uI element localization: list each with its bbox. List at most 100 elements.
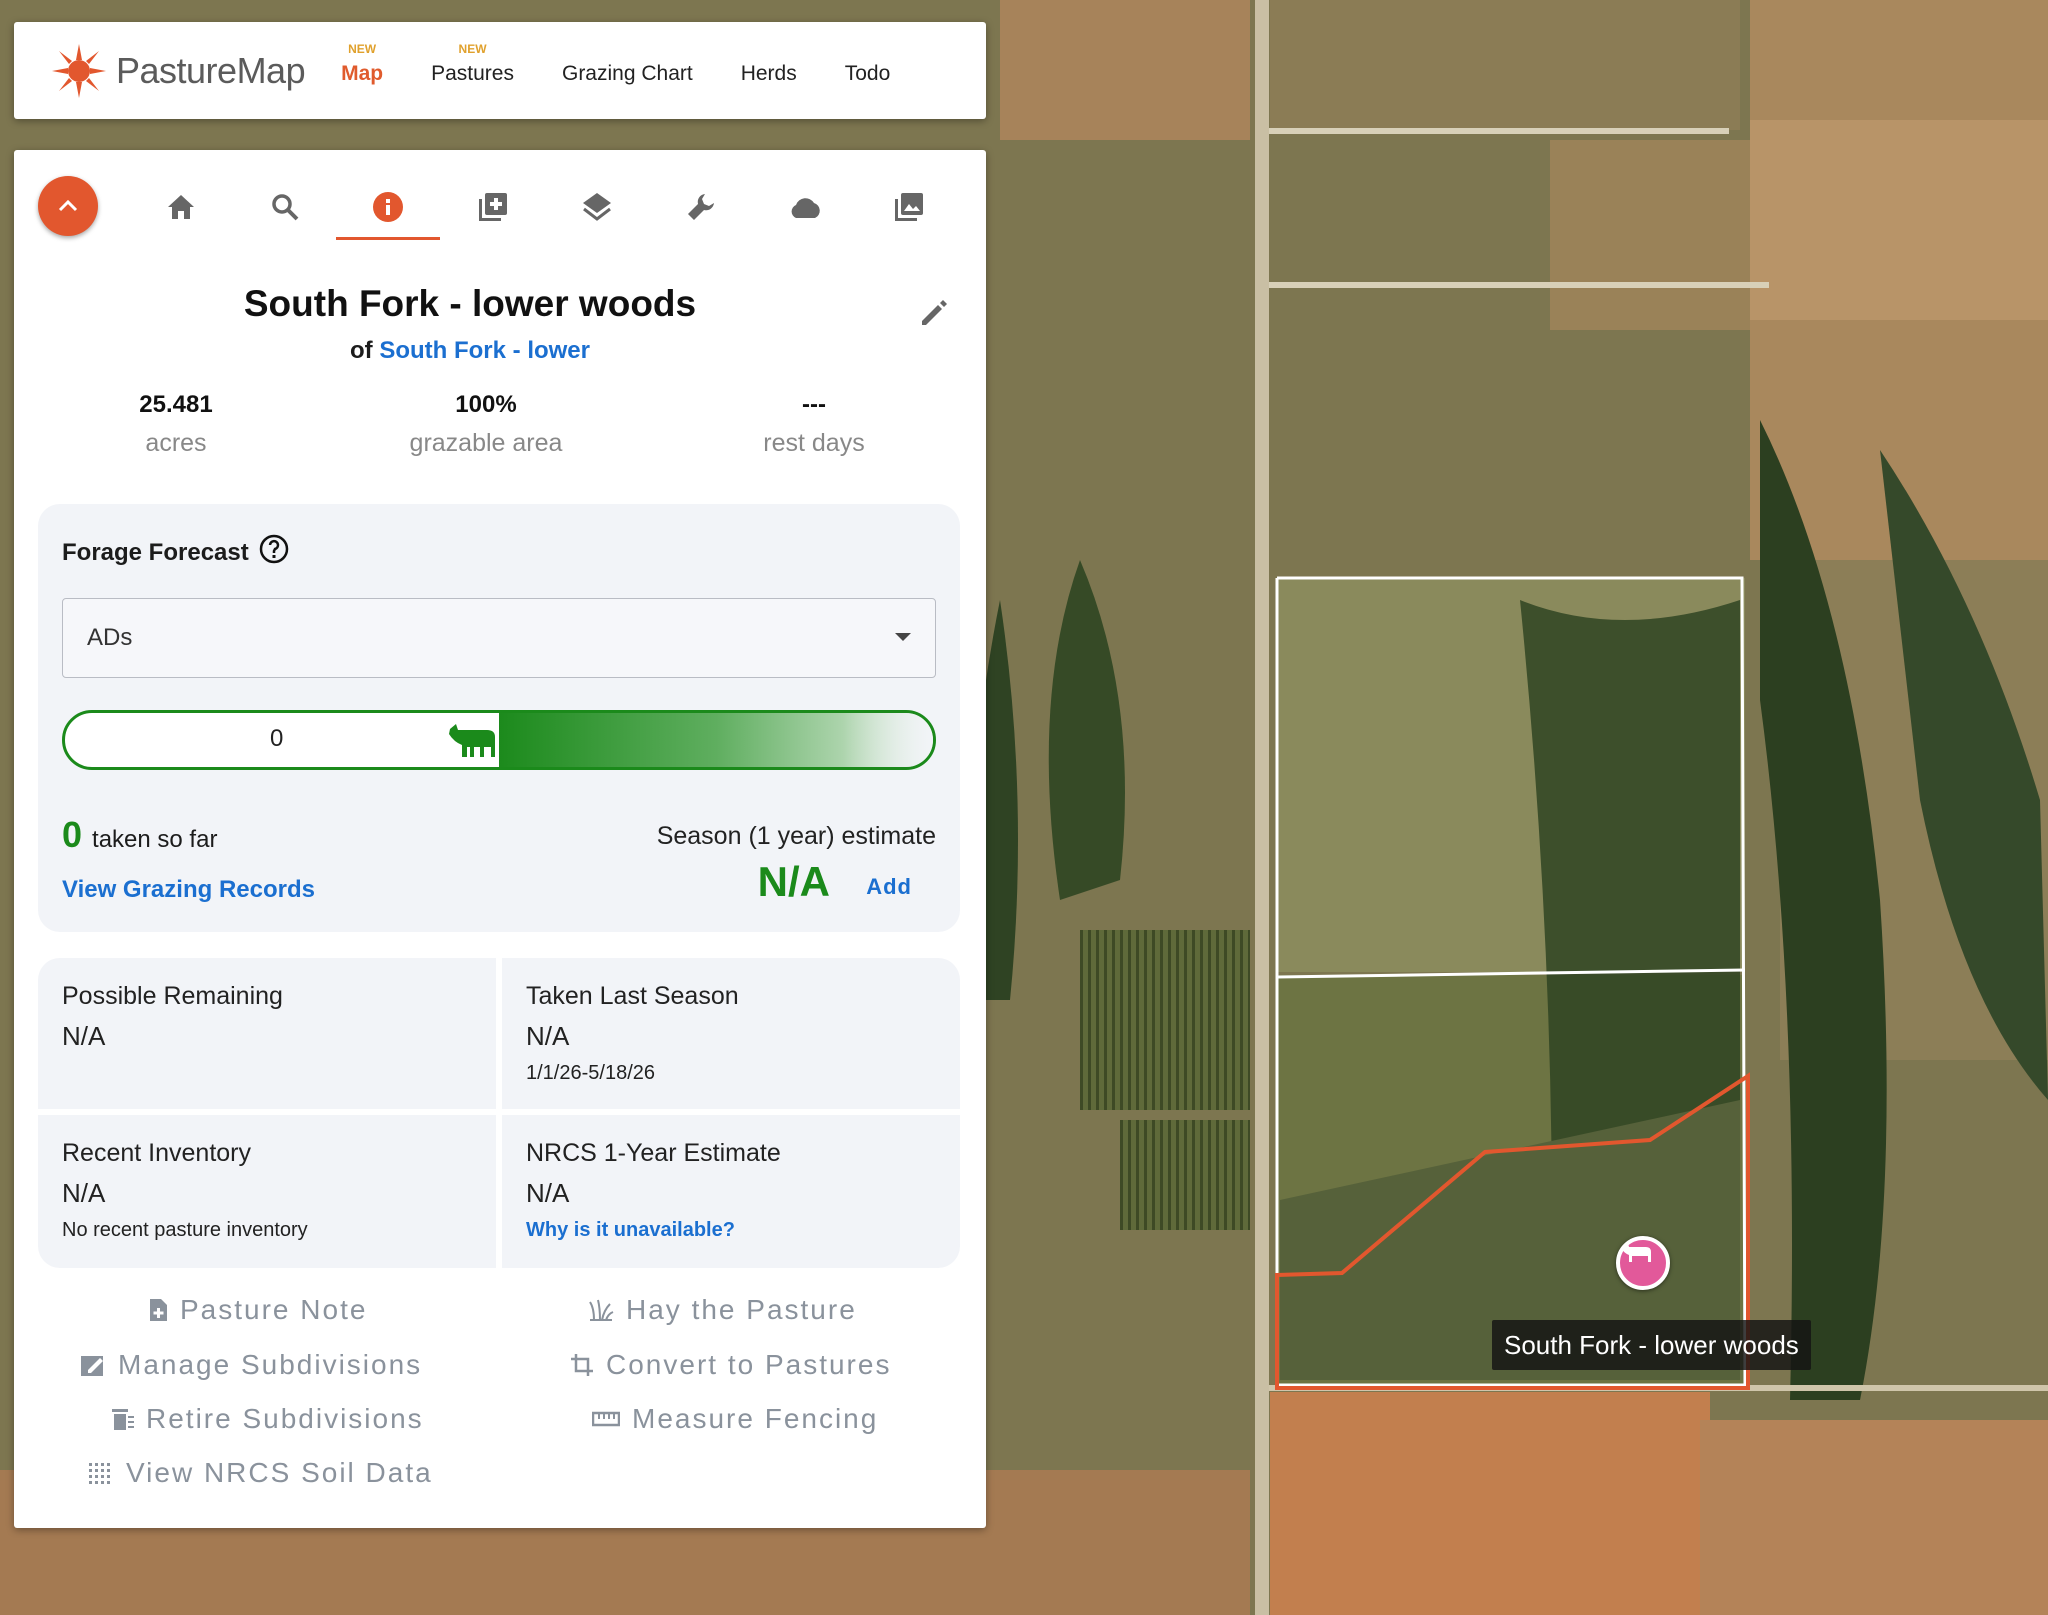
taken-last-season-card: Taken Last Season N/A 1/1/26-5/18/26 [502, 958, 960, 1109]
taken-so-far: 0 taken so far [62, 814, 217, 856]
acres-label: acres [145, 429, 207, 457]
add-box-icon [479, 193, 507, 221]
slider-fade [843, 713, 933, 767]
grass-icon [588, 1298, 614, 1322]
hay-pasture-label: Hay the Pasture [626, 1294, 857, 1325]
pasture-title: South Fork - lower woods [243, 283, 697, 324]
manage-subdivisions-button[interactable]: Manage Subdivisions [80, 1349, 422, 1381]
grid-dots-icon [88, 1462, 114, 1484]
top-navigation: PastureMap NEW Map NEW Pastures Grazing … [14, 22, 986, 119]
measure-fencing-button[interactable]: Measure Fencing [592, 1403, 878, 1435]
home-icon [168, 195, 194, 219]
acres-stat: 25.481 acres [46, 391, 306, 458]
nrcs-estimate-card: NRCS 1-Year Estimate N/A Why is it unava… [502, 1115, 960, 1268]
rest-days-label: rest days [763, 429, 865, 457]
search-icon [272, 194, 299, 221]
view-grazing-records-link[interactable]: View Grazing Records [62, 876, 315, 904]
sun-logo-icon [52, 43, 106, 98]
season-estimate-label: Season (1 year) estimate [656, 822, 936, 850]
panel-toolbar [14, 150, 986, 255]
search-tool-button[interactable] [233, 182, 337, 232]
retire-subdivisions-label: Retire Subdivisions [146, 1403, 424, 1434]
crop-icon [570, 1353, 594, 1377]
view-soil-data-label: View NRCS Soil Data [126, 1457, 433, 1488]
possible-remaining-value: N/A [62, 1021, 106, 1051]
help-circle-icon[interactable] [259, 534, 289, 571]
slider-value: 0 [270, 725, 284, 752]
forage-forecast-title: Forage Forecast [62, 538, 249, 566]
nav-map[interactable]: NEW Map [341, 42, 384, 86]
grazable-area-label: grazable area [409, 429, 563, 457]
hay-pasture-button[interactable]: Hay the Pasture [588, 1294, 857, 1326]
collapse-panel-button[interactable] [38, 176, 98, 236]
rest-days-value: --- [802, 391, 826, 418]
acres-value: 25.481 [139, 391, 213, 418]
chevron-up-icon [58, 199, 78, 212]
new-badge: NEW [348, 41, 377, 56]
parent-pasture-link[interactable]: South Fork - lower [379, 337, 590, 364]
herd-marker[interactable] [1616, 1236, 1670, 1290]
forage-unit-select[interactable]: ADs [62, 598, 936, 678]
add-box-tool-button[interactable] [441, 182, 545, 232]
convert-to-pastures-label: Convert to Pastures [606, 1349, 892, 1380]
manage-subdivisions-label: Manage Subdivisions [118, 1349, 423, 1380]
parent-pasture: of South Fork - lower [0, 337, 986, 365]
forage-unit-value: ADs [87, 624, 133, 651]
pasture-header: South Fork - lower woods of South Fork -… [14, 255, 986, 365]
new-badge: NEW [458, 41, 487, 56]
grazable-area-stat: 100% grazable area [356, 391, 616, 458]
cow-icon [447, 719, 499, 766]
nav-pastures[interactable]: NEW Pastures [431, 42, 514, 86]
cloud-icon [791, 198, 820, 218]
taken-last-season-value: N/A [526, 1021, 570, 1051]
nav-map-label: Map [341, 61, 384, 85]
of-label: of [350, 337, 373, 364]
taken-last-season-title: Taken Last Season [526, 982, 739, 1010]
edit-pasture-button[interactable] [918, 299, 948, 334]
photo-library-icon [895, 193, 923, 221]
why-unavailable-link[interactable]: Why is it unavailable? [526, 1219, 936, 1242]
pasture-info-panel: South Fork - lower woods of South Fork -… [14, 150, 986, 1528]
info-tool-button[interactable] [336, 182, 440, 240]
info-icon [373, 192, 403, 222]
wrench-icon [688, 194, 714, 220]
nrcs-estimate-value: N/A [526, 1178, 570, 1208]
weather-tool-button[interactable] [753, 182, 857, 232]
convert-to-pastures-button[interactable]: Convert to Pastures [570, 1349, 891, 1381]
pasture-note-button[interactable]: Pasture Note [148, 1294, 367, 1326]
delete-sweep-icon [112, 1407, 134, 1431]
season-estimate-value: N/A [757, 858, 830, 905]
measure-fencing-label: Measure Fencing [632, 1403, 879, 1434]
nav-grazing-chart[interactable]: Grazing Chart [562, 56, 693, 86]
nav-todo[interactable]: Todo [845, 56, 891, 86]
tools-tool-button[interactable] [649, 182, 753, 232]
taken-label: taken so far [92, 826, 218, 853]
ruler-icon [592, 1410, 620, 1428]
possible-remaining-title: Possible Remaining [62, 982, 283, 1010]
possible-remaining-card: Possible Remaining N/A [38, 958, 496, 1109]
taken-value: 0 [62, 814, 83, 855]
recent-inventory-card: Recent Inventory N/A No recent pasture i… [38, 1115, 496, 1268]
edit-map-icon [80, 1353, 106, 1377]
add-estimate-button[interactable]: Add [866, 874, 912, 900]
recent-inventory-title: Recent Inventory [62, 1139, 251, 1167]
home-tool-button[interactable] [129, 182, 233, 232]
view-soil-data-button[interactable]: View NRCS Soil Data [88, 1457, 433, 1489]
rest-days-stat: --- rest days [684, 391, 944, 458]
nav-herds-label: Herds [740, 61, 797, 85]
forage-forecast-card: Forage Forecast ADs 0 0 taken so far Vie… [38, 504, 960, 932]
cow-icon [1622, 1243, 1651, 1262]
layers-icon [583, 193, 611, 221]
pasture-map-label: South Fork - lower woods [1492, 1320, 1811, 1370]
note-add-icon [148, 1298, 168, 1322]
nav-herds[interactable]: Herds [741, 56, 797, 86]
pasturemap-logo[interactable]: PastureMap [50, 42, 306, 100]
forage-slider[interactable]: 0 [62, 710, 936, 770]
pasture-note-label: Pasture Note [180, 1294, 368, 1325]
retire-subdivisions-button[interactable]: Retire Subdivisions [112, 1403, 424, 1435]
dropdown-caret-icon [895, 633, 911, 641]
photos-tool-button[interactable] [857, 182, 961, 232]
forage-stats-grid: Possible Remaining N/A Taken Last Season… [38, 958, 960, 1268]
pasture-stats: 25.481 acres 100% grazable area --- rest… [14, 391, 986, 511]
layers-tool-button[interactable] [545, 182, 649, 232]
